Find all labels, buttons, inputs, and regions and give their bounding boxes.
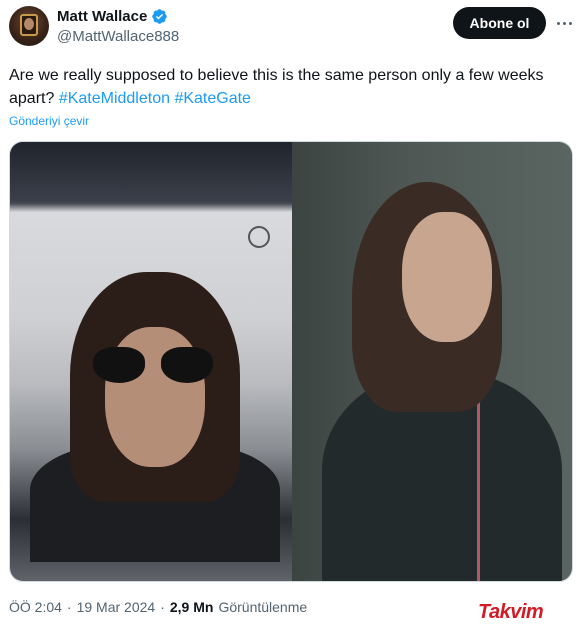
views-count: 2,9 Mn <box>169 599 214 615</box>
follow-button[interactable]: Abone ol <box>453 7 546 39</box>
author-display-name[interactable]: Matt Wallace <box>57 8 147 25</box>
photo-right[interactable] <box>292 142 572 581</box>
hashtag-link[interactable]: #KateMiddleton <box>59 90 170 107</box>
tweet-meta: ÖÖ 2:04 · 19 Mar 2024 · 2,9 Mn Görüntüle… <box>9 599 307 615</box>
photo-right-face <box>402 212 492 342</box>
tweet-time[interactable]: ÖÖ 2:04 <box>9 599 62 615</box>
meta-separator: · <box>66 599 72 615</box>
tweet-text: Are we really supposed to believe this i… <box>9 64 569 110</box>
sunglasses <box>93 347 213 385</box>
jacket-zip <box>477 402 480 581</box>
more-options-icon[interactable] <box>552 11 576 35</box>
avatar-face <box>24 18 34 30</box>
author-name-row: Matt Wallace <box>57 8 168 25</box>
hashtag-link[interactable]: #KateGate <box>174 90 251 107</box>
translate-link[interactable]: Gönderiyi çevir <box>9 114 89 128</box>
views-label: Görüntülenme <box>218 599 308 615</box>
car-sign-icon <box>248 226 270 248</box>
watermark-text: Takvim <box>478 600 544 623</box>
avatar[interactable] <box>9 6 49 46</box>
takvim-watermark-logo: Takvim <box>478 599 576 625</box>
photo-left[interactable] <box>10 142 292 581</box>
author-handle[interactable]: @MattWallace888 <box>57 28 179 45</box>
verified-badge-icon <box>152 9 168 24</box>
media-grid <box>9 141 573 582</box>
car-roof <box>10 142 292 202</box>
meta-separator: · <box>160 599 165 615</box>
tweet-date[interactable]: 19 Mar 2024 <box>77 599 156 615</box>
